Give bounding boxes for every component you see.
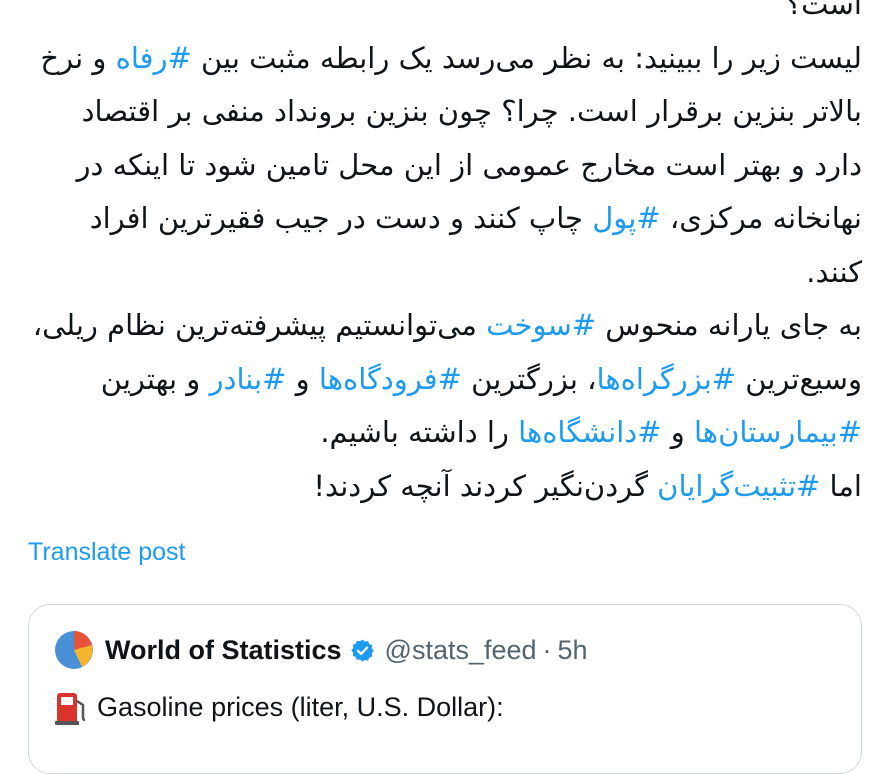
- post-text-segment: و بهترین: [100, 361, 210, 396]
- post-text-segment: را داشته باشیم.: [320, 415, 519, 449]
- quoted-author-name[interactable]: World of Statistics: [105, 635, 342, 666]
- post-text-segment: و: [286, 361, 319, 396]
- fuel-pump-icon: [51, 687, 91, 727]
- hashtag-link[interactable]: #بنادر: [210, 362, 287, 396]
- post-paragraph-3: اما #تثبیت‌گرایان گردن‌نگیر کردند آنچه ک…: [28, 460, 862, 514]
- post-paragraph-2: به جای یارانه منحوس #سوخت می‌توانستیم پی…: [28, 299, 862, 460]
- translate-post-link[interactable]: Translate post: [28, 538, 185, 567]
- hashtag-link[interactable]: #بیمارستان‌ها: [694, 415, 862, 449]
- quoted-author-handle[interactable]: @stats_feed: [385, 635, 537, 666]
- hashtag-link[interactable]: #بزرگراه‌ها: [597, 362, 737, 396]
- post-text-segment: ، بزرگترین: [461, 361, 597, 396]
- hashtag-link[interactable]: #سوخت: [486, 308, 596, 342]
- quoted-post-time[interactable]: 5h: [558, 635, 588, 666]
- quoted-post[interactable]: World of Statistics @stats_feed · 5h Gas…: [28, 604, 862, 774]
- quoted-post-header: World of Statistics @stats_feed · 5h: [55, 631, 588, 669]
- hashtag-link[interactable]: #فرودگاه‌ها: [319, 362, 462, 396]
- hashtag-link[interactable]: #تثبیت‌گرایان: [657, 469, 820, 503]
- post-paragraph-1: لیست زیر را ببینید: به نظر می‌رسد یک راب…: [28, 32, 862, 300]
- quoted-post-text-content: Gasoline prices (liter, U.S. Dollar):: [97, 691, 504, 722]
- hashtag-link[interactable]: #پول: [592, 201, 660, 235]
- hashtag-link[interactable]: #دانشگاه‌ها: [518, 415, 661, 449]
- post-text: است؟ لیست زیر را ببینید: به نظر می‌رسد ی…: [28, 0, 862, 513]
- post-text-segment: به جای یارانه منحوس: [596, 308, 862, 342]
- quoted-post-text: Gasoline prices (liter, U.S. Dollar):: [51, 687, 504, 727]
- pie-chart-avatar-icon[interactable]: [55, 631, 93, 669]
- separator-dot: ·: [542, 634, 552, 665]
- verified-badge-icon: [350, 638, 375, 663]
- post-text-segment: گردن‌نگیر کردند آنچه کردند!: [313, 468, 658, 503]
- hashtag-link[interactable]: #رفاه: [116, 41, 192, 75]
- post-text-segment: و: [661, 415, 694, 449]
- post-line-0: است؟: [785, 0, 862, 21]
- post-text-segment: لیست زیر را ببینید: به نظر می‌رسد یک راب…: [191, 40, 862, 75]
- post-text-segment: اما: [820, 468, 862, 503]
